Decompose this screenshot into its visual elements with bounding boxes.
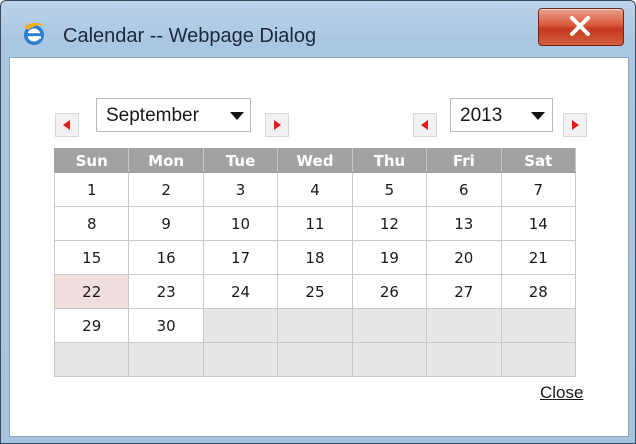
calendar-day[interactable]: 3 <box>202 172 279 207</box>
calendar-day[interactable]: 23 <box>128 274 204 309</box>
calendar-empty-cell <box>351 342 428 377</box>
calendar-grid: Sun Mon Tue Wed Thu Fri Sat 1 2 3 4 5 6 7 8 9 10 1… <box>53 148 577 377</box>
calendar-day[interactable]: 20 <box>426 240 502 275</box>
weekday-header: Tue <box>202 148 279 173</box>
next-year-button[interactable] <box>563 113 587 137</box>
calendar-day[interactable]: 17 <box>202 240 279 275</box>
internet-explorer-icon <box>21 21 47 47</box>
calendar-empty-cell <box>53 342 130 377</box>
calendar-day[interactable]: 12 <box>351 206 428 241</box>
calendar-day[interactable]: 25 <box>277 274 353 309</box>
calendar-week-row <box>53 342 577 377</box>
title-bar[interactable]: Calendar -- Webpage Dialog <box>1 1 635 57</box>
dialog-content: September 2013 Sun Mon Tue Wed Thu Fri S… <box>9 57 629 437</box>
weekday-header-row: Sun Mon Tue Wed Thu Fri Sat <box>53 148 577 173</box>
next-month-button[interactable] <box>265 113 289 137</box>
year-select-value: 2013 <box>460 105 503 126</box>
calendar-day[interactable]: 10 <box>202 206 279 241</box>
calendar-day[interactable]: 11 <box>277 206 353 241</box>
calendar-empty-cell <box>500 342 577 377</box>
month-select[interactable]: September <box>96 98 251 132</box>
calendar-day[interactable]: 8 <box>53 206 130 241</box>
calendar-day[interactable]: 21 <box>500 240 577 275</box>
chevron-down-icon <box>230 112 244 120</box>
calendar-day[interactable]: 30 <box>128 308 204 343</box>
calendar-day[interactable]: 13 <box>426 206 502 241</box>
calendar-day[interactable]: 29 <box>53 308 130 343</box>
calendar-day-highlighted[interactable]: 22 <box>53 274 130 309</box>
calendar-day[interactable]: 19 <box>351 240 428 275</box>
calendar-day[interactable]: 1 <box>53 172 130 207</box>
calendar-body: 1 2 3 4 5 6 7 8 9 10 11 12 13 14 15 16 17 18 19 20 21 22 23 24 2… <box>53 172 577 377</box>
calendar-day[interactable]: 5 <box>351 172 428 207</box>
calendar-day[interactable]: 4 <box>277 172 353 207</box>
right-arrow-icon <box>274 120 281 130</box>
weekday-header: Sun <box>53 148 130 173</box>
calendar-day[interactable]: 15 <box>53 240 130 275</box>
weekday-header: Thu <box>351 148 428 173</box>
calendar-empty-cell <box>426 342 502 377</box>
calendar-empty-cell <box>202 308 279 343</box>
left-arrow-icon <box>63 120 70 130</box>
calendar-empty-cell <box>277 308 353 343</box>
calendar-week-row: 29 30 <box>53 308 577 343</box>
calendar-day[interactable]: 27 <box>426 274 502 309</box>
dialog-window: Calendar -- Webpage Dialog September 201… <box>0 0 636 444</box>
calendar-day[interactable]: 14 <box>500 206 577 241</box>
calendar-day[interactable]: 26 <box>351 274 428 309</box>
right-arrow-icon <box>572 120 579 130</box>
calendar-empty-cell <box>277 342 353 377</box>
month-select-value: September <box>106 105 199 126</box>
close-icon <box>570 16 590 36</box>
calendar-day[interactable]: 2 <box>128 172 204 207</box>
calendar-empty-cell <box>500 308 577 343</box>
prev-year-button[interactable] <box>413 113 437 137</box>
close-link[interactable]: Close <box>540 383 583 403</box>
calendar-day[interactable]: 28 <box>500 274 577 309</box>
calendar-week-row: 1234567 <box>53 172 577 207</box>
window-title: Calendar -- Webpage Dialog <box>63 25 317 47</box>
calendar-empty-cell <box>202 342 279 377</box>
calendar-day[interactable]: 24 <box>202 274 279 309</box>
chevron-down-icon <box>531 112 545 120</box>
year-select[interactable]: 2013 <box>450 98 553 132</box>
weekday-header: Wed <box>277 148 353 173</box>
calendar-day[interactable]: 6 <box>426 172 502 207</box>
calendar-week-row: 15 16 17 18 19 20 21 <box>53 240 577 275</box>
calendar-week-row: 8 9 10 11 12 13 14 <box>53 206 577 241</box>
left-arrow-icon <box>421 120 428 130</box>
calendar-empty-cell <box>426 308 502 343</box>
window-close-button[interactable] <box>538 8 624 46</box>
weekday-header: Sat <box>500 148 577 173</box>
calendar-day[interactable]: 9 <box>128 206 204 241</box>
calendar-day[interactable]: 18 <box>277 240 353 275</box>
calendar-empty-cell <box>128 342 204 377</box>
calendar-week-row: 22 23 24 25 26 27 28 <box>53 274 577 309</box>
prev-month-button[interactable] <box>55 113 79 137</box>
weekday-header: Fri <box>426 148 502 173</box>
weekday-header: Mon <box>128 148 204 173</box>
calendar-day[interactable]: 16 <box>128 240 204 275</box>
calendar-empty-cell <box>351 308 428 343</box>
calendar-day[interactable]: 7 <box>500 172 577 207</box>
